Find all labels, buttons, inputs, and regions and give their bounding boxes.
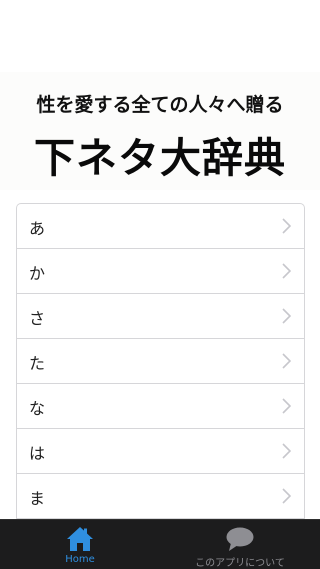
list-item-label: ま	[29, 489, 46, 508]
list-item[interactable]: は	[17, 429, 304, 474]
list-item[interactable]: さ	[17, 294, 304, 339]
list-item[interactable]: た	[17, 339, 304, 384]
list-item-label: な	[29, 399, 46, 418]
list-item[interactable]: あ	[17, 204, 304, 249]
list-item[interactable]: か	[17, 249, 304, 294]
tab-about[interactable]: このアプリについて	[160, 520, 320, 569]
kana-index-list: あ か さ た な は ま	[16, 203, 305, 520]
chevron-right-icon	[282, 443, 291, 459]
speech-bubble-icon	[226, 527, 254, 551]
list-item-label: た	[29, 354, 46, 373]
list-item[interactable]: ま	[17, 474, 304, 519]
banner-subtitle: 性を愛する全ての人々へ贈る	[36, 94, 284, 116]
tab-bar: Home このアプリについて	[0, 519, 320, 569]
tab-about-label: このアプリについて	[195, 558, 285, 569]
list-item-label: あ	[29, 219, 46, 238]
banner-title: 下ネタ大辞典	[34, 134, 286, 182]
list-item[interactable]: な	[17, 384, 304, 429]
chevron-right-icon	[282, 218, 291, 234]
status-bar	[0, 0, 320, 20]
chevron-right-icon	[282, 488, 291, 504]
house-icon	[67, 527, 93, 551]
chevron-right-icon	[282, 263, 291, 279]
tab-home-label: Home	[65, 554, 95, 565]
chevron-right-icon	[282, 308, 291, 324]
header-banner: 性を愛する全ての人々へ贈る 下ネタ大辞典	[0, 72, 320, 190]
list-item-label: か	[29, 264, 46, 283]
list-item-label: さ	[29, 309, 46, 328]
list-item-label: は	[29, 444, 46, 463]
chevron-right-icon	[282, 353, 291, 369]
tab-home[interactable]: Home	[0, 520, 160, 569]
chevron-right-icon	[282, 398, 291, 414]
